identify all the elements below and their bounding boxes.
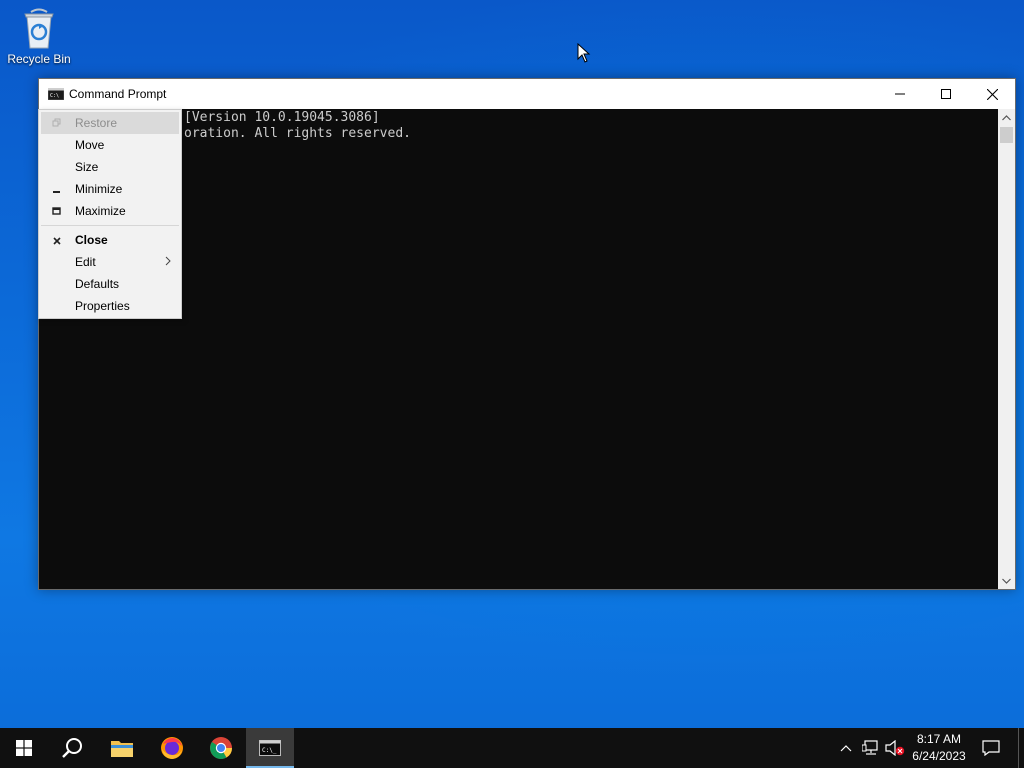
chevron-up-icon <box>1002 114 1011 120</box>
chevron-right-icon <box>165 256 171 266</box>
taskbar-command-prompt[interactable]: C:\_ <box>246 728 294 768</box>
menu-item-label: Size <box>75 160 99 174</box>
firefox-icon <box>161 737 183 759</box>
menu-item-label: Maximize <box>75 204 126 218</box>
taskbar: C:\_ 8:17 AM 6/24/2023 <box>0 728 1024 768</box>
start-icon <box>16 740 32 756</box>
maximize-button[interactable] <box>923 79 969 109</box>
restore-icon <box>52 118 61 127</box>
console-output[interactable]: [Version 10.0.19045.3086] oration. All ri… <box>39 109 998 589</box>
volume-tray-button[interactable] <box>884 728 906 768</box>
menu-item-move[interactable]: Move <box>41 134 179 156</box>
recycle-bin-label: Recycle Bin <box>7 52 71 66</box>
search-icon <box>62 738 82 758</box>
minimize-icon <box>895 93 905 95</box>
taskbar-clock[interactable]: 8:17 AM 6/24/2023 <box>906 731 972 765</box>
menu-item-label: Minimize <box>75 182 123 196</box>
svg-text:C:\_: C:\_ <box>262 747 277 754</box>
action-center-button[interactable] <box>976 728 1006 768</box>
menu-item-defaults[interactable]: Defaults <box>41 273 179 295</box>
menu-item-label: Move <box>75 138 105 152</box>
start-button[interactable] <box>0 728 48 768</box>
command-prompt-app-icon[interactable]: C:\ <box>48 88 64 100</box>
taskbar-chrome[interactable] <box>197 728 245 768</box>
menu-item-properties[interactable]: Properties <box>41 295 179 317</box>
chrome-icon <box>210 737 232 759</box>
menu-item-label: Properties <box>75 299 130 313</box>
menu-item-close[interactable]: Close <box>41 229 179 251</box>
menu-item-label: Restore <box>75 116 118 130</box>
window-titlebar[interactable]: C:\ Command Prompt <box>39 79 1015 109</box>
file-explorer-icon <box>111 741 133 757</box>
menu-item-size[interactable]: Size <box>41 156 179 178</box>
show-desktop-button[interactable] <box>1018 728 1024 768</box>
menu-separator <box>41 225 179 226</box>
command-prompt-window: C:\ Command Prompt [Version 10.0.19045.3… <box>38 78 1016 590</box>
mouse-cursor-icon <box>577 43 591 63</box>
system-menu: Restore Move Size Minimize Maximize Clos… <box>38 109 182 319</box>
clock-date: 6/24/2023 <box>912 749 966 763</box>
chevron-down-icon <box>1002 578 1011 584</box>
scroll-up-button[interactable] <box>998 109 1015 126</box>
close-icon <box>986 88 998 100</box>
close-button[interactable] <box>969 79 1015 109</box>
clock-time: 8:17 AM <box>916 732 962 746</box>
show-hidden-icons-button[interactable] <box>836 728 856 768</box>
menu-item-label: Defaults <box>75 277 120 291</box>
scroll-down-button[interactable] <box>998 572 1015 589</box>
recycle-bin-icon <box>24 8 54 49</box>
recycle-bin-desktop-icon[interactable]: Recycle Bin <box>2 6 76 76</box>
network-tray-button[interactable] <box>860 728 882 768</box>
minimize-button[interactable] <box>877 79 923 109</box>
search-button[interactable] <box>48 728 96 768</box>
menu-item-restore[interactable]: Restore <box>41 112 179 134</box>
taskbar-file-explorer[interactable] <box>98 728 146 768</box>
scroll-thumb[interactable] <box>1000 127 1013 143</box>
close-icon <box>53 237 61 245</box>
menu-item-label: Close <box>75 233 108 247</box>
svg-text:C:\: C:\ <box>50 93 59 99</box>
menu-item-edit[interactable]: Edit <box>41 251 179 273</box>
command-prompt-icon: C:\_ <box>259 740 281 756</box>
network-icon <box>862 740 878 755</box>
volume-muted-icon <box>885 740 905 756</box>
maximize-icon <box>941 89 951 99</box>
menu-item-minimize[interactable]: Minimize <box>41 178 179 200</box>
window-title: Command Prompt <box>69 87 167 101</box>
maximize-icon <box>52 207 61 215</box>
minimize-icon <box>53 191 60 193</box>
console-line-copyright: oration. All rights reserved. <box>184 126 411 141</box>
menu-item-maximize[interactable]: Maximize <box>41 200 179 222</box>
chevron-up-icon <box>840 745 852 752</box>
notification-icon <box>982 740 1000 756</box>
vertical-scrollbar[interactable] <box>998 109 1015 589</box>
console-line-version: [Version 10.0.19045.3086] <box>184 110 380 125</box>
menu-item-label: Edit <box>75 255 96 269</box>
taskbar-firefox[interactable] <box>148 728 196 768</box>
